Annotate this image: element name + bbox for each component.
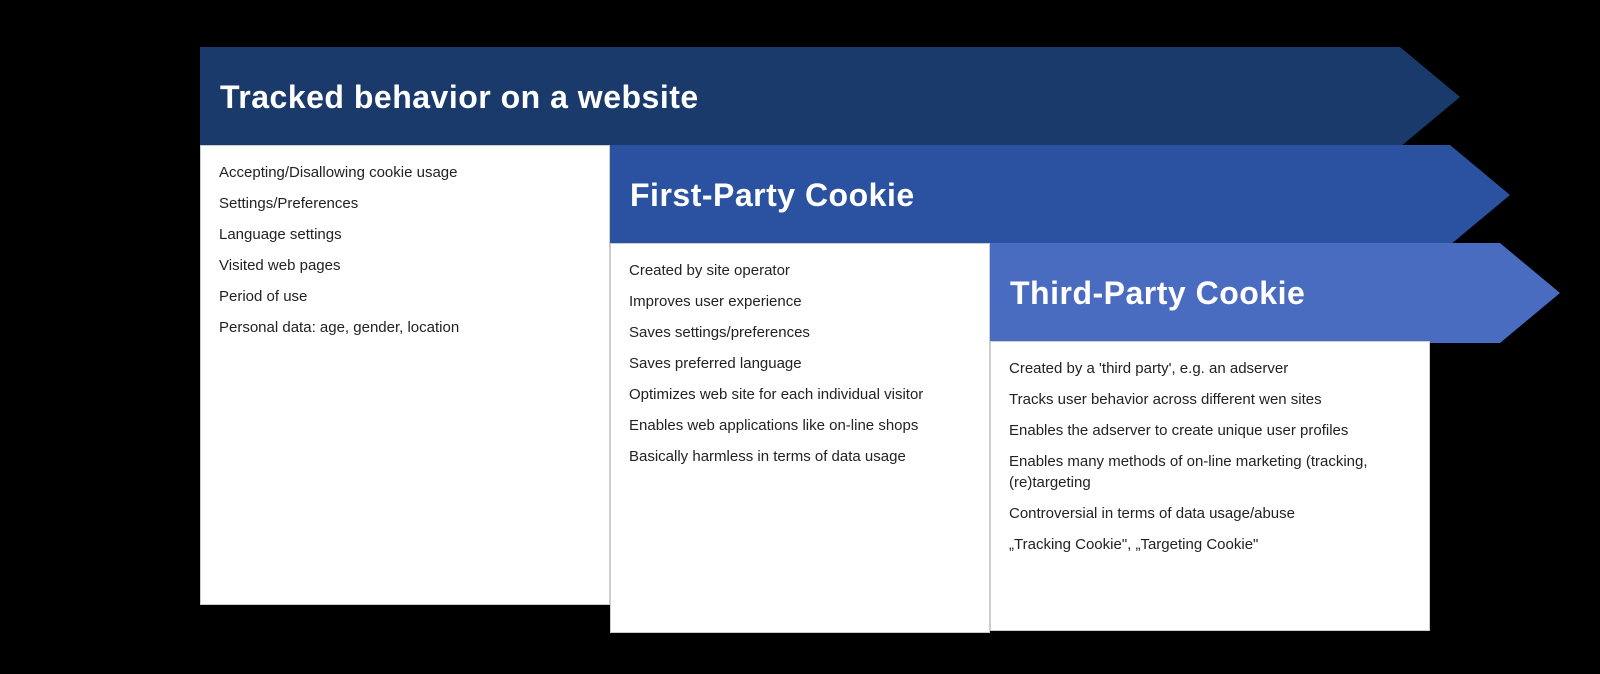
list-item: Enables the adserver to create unique us…	[1009, 420, 1411, 441]
arrow-third-party: Third-Party Cookie	[990, 243, 1560, 343]
list-item: Created by site operator	[629, 260, 971, 281]
arrow-first-party: First-Party Cookie	[610, 145, 1510, 245]
list-item: Enables many methods of on-line marketin…	[1009, 451, 1411, 493]
arrow2-title: First-Party Cookie	[630, 177, 915, 214]
diagram-container: Tracked behavior on a website First-Part…	[100, 27, 1500, 647]
box-first-party: Created by site operator Improves user e…	[610, 243, 990, 633]
list-item: Language settings	[219, 224, 591, 245]
box-tracked-behavior: Accepting/Disallowing cookie usage Setti…	[200, 145, 610, 605]
box-third-party: Created by a 'third party', e.g. an adse…	[990, 341, 1430, 631]
arrow3-title: Third-Party Cookie	[1010, 275, 1305, 312]
list-item: „Tracking Cookie", „Targeting Cookie"	[1009, 534, 1411, 555]
list-item: Period of use	[219, 286, 591, 307]
arrow1-title: Tracked behavior on a website	[220, 79, 699, 116]
list-item: Tracks user behavior across different we…	[1009, 389, 1411, 410]
list-item: Basically harmless in terms of data usag…	[629, 446, 971, 467]
list-item: Optimizes web site for each individual v…	[629, 384, 971, 405]
list-item: Settings/Preferences	[219, 193, 591, 214]
list-item: Visited web pages	[219, 255, 591, 276]
list-item: Saves preferred language	[629, 353, 971, 374]
list-item: Accepting/Disallowing cookie usage	[219, 162, 591, 183]
list-item: Saves settings/preferences	[629, 322, 971, 343]
arrow-tracked-behavior: Tracked behavior on a website	[200, 47, 1460, 147]
list-item: Personal data: age, gender, location	[219, 317, 591, 338]
list-item: Enables web applications like on-line sh…	[629, 415, 971, 436]
list-item: Controversial in terms of data usage/abu…	[1009, 503, 1411, 524]
list-item: Created by a 'third party', e.g. an adse…	[1009, 358, 1411, 379]
list-item: Improves user experience	[629, 291, 971, 312]
